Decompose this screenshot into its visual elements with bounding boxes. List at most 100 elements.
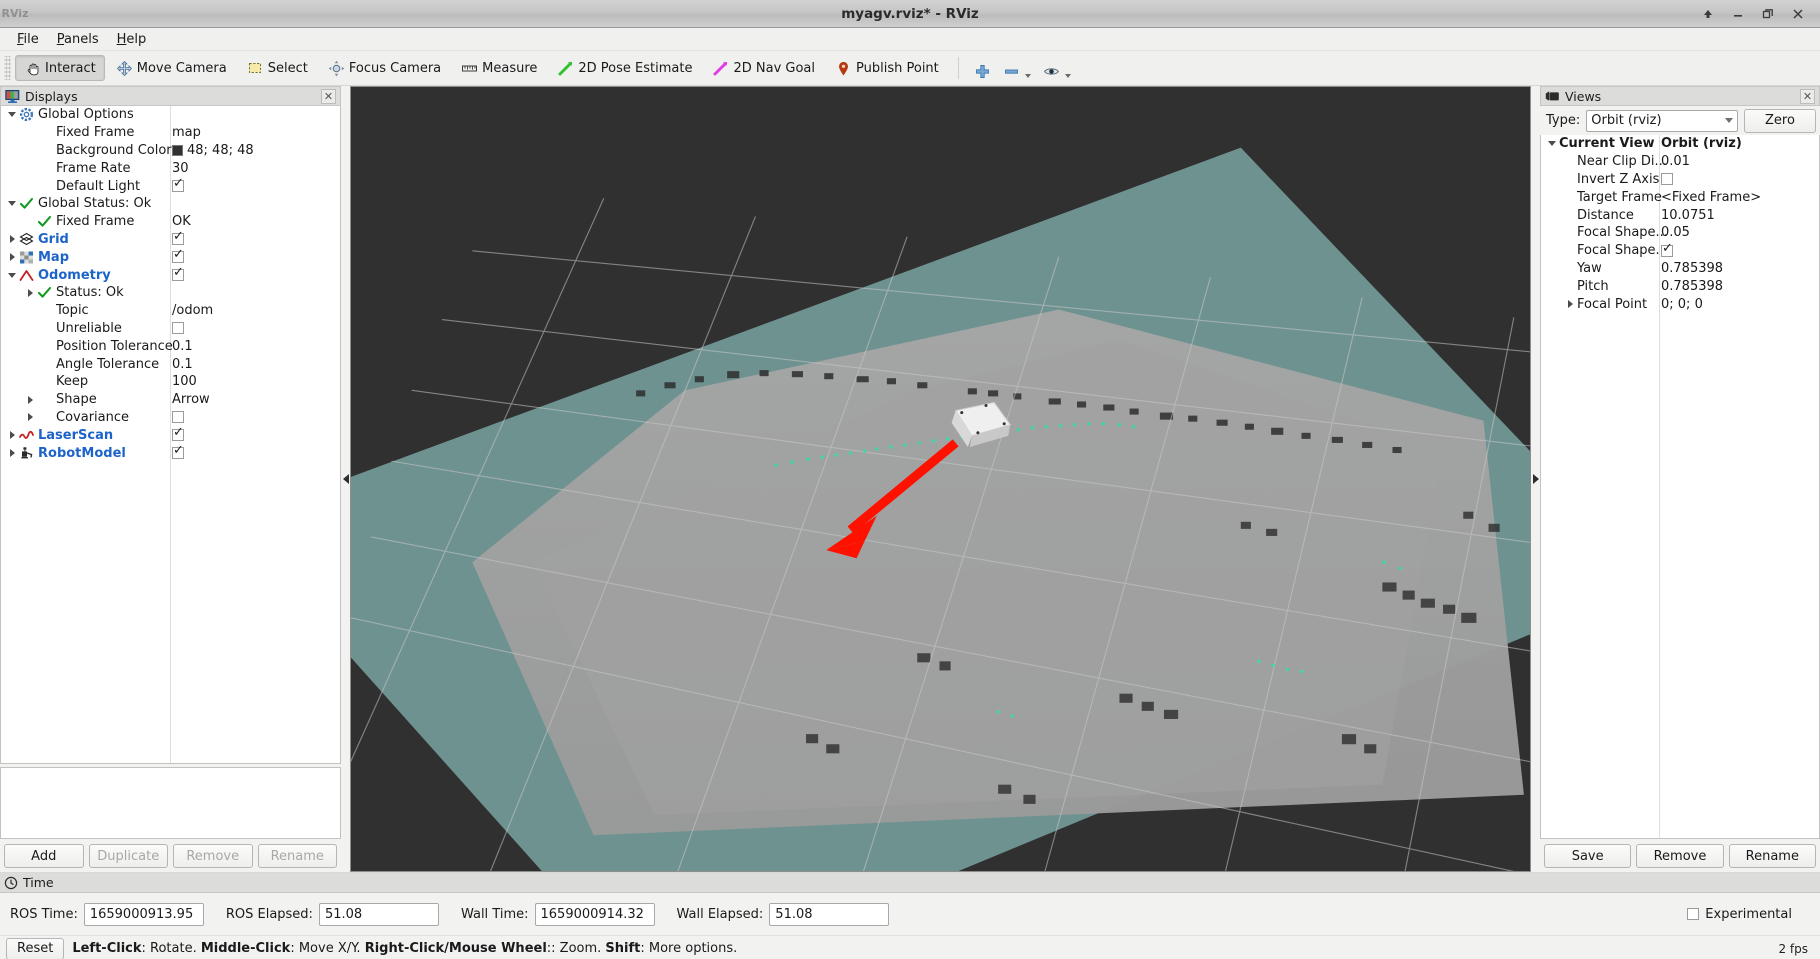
color-swatch[interactable] xyxy=(172,144,183,156)
expand-arrow-right-icon[interactable] xyxy=(5,250,19,264)
expand-arrow-down-icon[interactable] xyxy=(1545,137,1559,151)
tree-row-value[interactable]: OK xyxy=(172,214,191,229)
tree-row[interactable]: RobotModel xyxy=(1,444,340,462)
add-display-button[interactable]: Add xyxy=(4,844,84,868)
menu-help[interactable]: Help xyxy=(108,30,156,49)
save-view-button[interactable]: Save xyxy=(1544,844,1632,868)
tree-row[interactable]: Fixed Frame OK xyxy=(1,213,340,231)
tree-row[interactable]: Position Tolerance 0.1 xyxy=(1,337,340,355)
tree-row[interactable]: Map xyxy=(1,248,340,266)
tree-row[interactable]: Frame Rate 30 xyxy=(1,159,340,177)
rename-view-button[interactable]: Rename xyxy=(1728,844,1816,868)
displays-tree[interactable]: Global Options Fixed Frame map Background C… xyxy=(0,106,341,764)
minimize-button[interactable] xyxy=(1730,6,1746,22)
remove-tool-caret-icon[interactable] xyxy=(1024,74,1031,78)
displays-splitter-handle[interactable] xyxy=(341,86,350,872)
ros-elapsed-input[interactable]: 51.08 xyxy=(318,902,439,926)
tree-row-value[interactable] xyxy=(1661,242,1673,257)
wall-elapsed-input[interactable]: 51.08 xyxy=(769,902,890,926)
tree-row-value[interactable] xyxy=(172,248,184,264)
tree-row-value[interactable] xyxy=(172,444,184,460)
expand-arrow-down-icon[interactable] xyxy=(5,197,19,211)
displays-panel-close-icon[interactable]: ✕ xyxy=(321,88,336,104)
tree-row[interactable]: Near Clip Di... 0.01 xyxy=(1541,153,1819,171)
tree-row[interactable]: Yaw 0.785398 xyxy=(1541,260,1819,278)
tree-row-value[interactable]: 30 xyxy=(172,161,189,176)
experimental-checkbox[interactable] xyxy=(1687,908,1700,920)
views-panel-close-icon[interactable]: ✕ xyxy=(1800,88,1815,104)
tree-row[interactable]: Covariance xyxy=(1,409,340,427)
tree-row-value[interactable]: 0.1 xyxy=(172,357,193,372)
tree-row-value[interactable] xyxy=(172,411,184,424)
tool-focus-camera[interactable]: Focus Camera xyxy=(319,55,450,81)
tree-row[interactable]: Background Color 48; 48; 48 xyxy=(1,142,340,160)
shade-button[interactable] xyxy=(1700,6,1716,22)
tree-row-value[interactable] xyxy=(172,322,184,335)
tree-row-value[interactable]: 0.01 xyxy=(1661,154,1690,169)
tree-row-value[interactable]: 0.05 xyxy=(1661,225,1690,240)
tree-row[interactable]: Distance 10.0751 xyxy=(1541,206,1819,224)
tree-row-value[interactable]: 0.1 xyxy=(172,339,193,354)
add-tool-button[interactable] xyxy=(969,55,996,81)
tree-row[interactable]: Focal Point 0; 0; 0 xyxy=(1541,295,1819,313)
tool-select[interactable]: Select xyxy=(238,55,317,81)
checkbox-checked[interactable] xyxy=(172,248,184,264)
view-type-select[interactable]: Orbit (rviz) xyxy=(1586,109,1738,132)
tree-row[interactable]: Target Frame <Fixed Frame> xyxy=(1541,188,1819,206)
checkbox-checked[interactable] xyxy=(172,266,184,282)
tool-properties-button[interactable] xyxy=(1038,55,1076,81)
tree-row-value[interactable] xyxy=(172,177,184,193)
expand-arrow-right-icon[interactable] xyxy=(1563,297,1577,311)
tree-row[interactable]: Global Options xyxy=(1,106,340,124)
tree-row[interactable]: Fixed Frame map xyxy=(1,124,340,142)
tree-row-value[interactable]: 0; 0; 0 xyxy=(1661,297,1703,312)
tree-row[interactable]: Status: Ok xyxy=(1,284,340,302)
expand-arrow-right-icon[interactable] xyxy=(23,286,37,300)
reset-button[interactable]: Reset xyxy=(6,937,65,959)
tree-row[interactable]: Unreliable xyxy=(1,320,340,338)
checkbox-checked[interactable] xyxy=(172,426,184,442)
experimental-toggle[interactable]: Experimental xyxy=(1687,907,1792,922)
ros-time-input[interactable]: 1659000913.95 xyxy=(83,902,204,926)
tool-measure[interactable]: Measure xyxy=(452,55,546,81)
tree-row-value[interactable] xyxy=(172,266,184,282)
expand-arrow-right-icon[interactable] xyxy=(5,232,19,246)
tree-row[interactable]: Focal Shape... xyxy=(1541,242,1819,260)
tree-row[interactable]: LaserScan xyxy=(1,426,340,444)
tree-row-value[interactable] xyxy=(172,230,184,246)
tree-row[interactable]: Invert Z Axis xyxy=(1541,171,1819,189)
tree-row[interactable]: Shape Arrow xyxy=(1,391,340,409)
tree-row[interactable]: Global Status: Ok xyxy=(1,195,340,213)
tree-row[interactable]: Grid xyxy=(1,230,340,249)
tree-row-value[interactable]: 0.785398 xyxy=(1661,279,1723,294)
tree-row-value[interactable]: 100 xyxy=(172,374,197,389)
tree-row[interactable]: Angle Tolerance 0.1 xyxy=(1,355,340,373)
expand-arrow-right-icon[interactable] xyxy=(23,410,37,424)
tool-publish-point[interactable]: Publish Point xyxy=(826,55,948,81)
toolbar-grip[interactable] xyxy=(4,56,11,80)
menu-file[interactable]: File xyxy=(8,30,48,49)
expand-arrow-right-icon[interactable] xyxy=(5,446,19,460)
tree-row-value[interactable] xyxy=(172,426,184,442)
tree-row[interactable]: Default Light xyxy=(1,177,340,195)
tool-move-camera[interactable]: Move Camera xyxy=(107,55,236,81)
tree-row[interactable]: Current View Orbit (rviz) xyxy=(1541,135,1819,153)
views-tree[interactable]: Current View Orbit (rviz) Near Clip Di... 0… xyxy=(1540,135,1820,839)
checkbox-checked[interactable] xyxy=(172,230,184,246)
tree-row-value[interactable]: Orbit (rviz) xyxy=(1661,136,1742,151)
expand-arrow-down-icon[interactable] xyxy=(5,268,19,282)
maximize-button[interactable] xyxy=(1760,6,1776,22)
close-button[interactable] xyxy=(1790,6,1806,22)
tree-row[interactable]: Pitch 0.785398 xyxy=(1541,277,1819,295)
checkbox-checked[interactable] xyxy=(172,444,184,460)
remove-view-button[interactable]: Remove xyxy=(1636,844,1724,868)
wall-time-input[interactable]: 1659000914.32 xyxy=(534,902,655,926)
tree-row-value[interactable]: <Fixed Frame> xyxy=(1661,190,1761,205)
tool-interact[interactable]: Interact xyxy=(15,55,105,81)
expand-arrow-right-icon[interactable] xyxy=(5,428,19,442)
views-splitter-handle[interactable] xyxy=(1531,86,1540,872)
tree-row[interactable]: Focal Shape... 0.05 xyxy=(1541,224,1819,242)
checkbox-unchecked[interactable] xyxy=(172,411,184,424)
expand-arrow-down-icon[interactable] xyxy=(5,108,19,122)
remove-tool-button[interactable] xyxy=(998,55,1036,81)
